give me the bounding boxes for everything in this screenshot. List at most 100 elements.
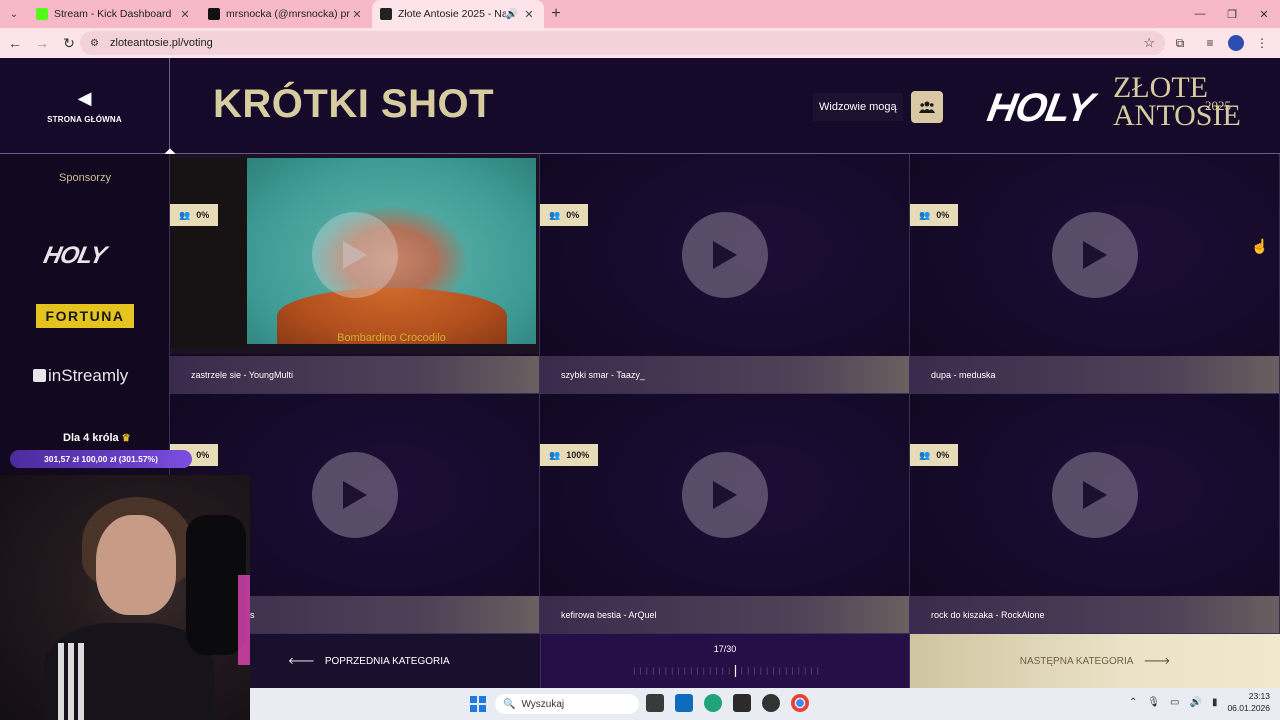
minimize-icon[interactable]: — [1184, 0, 1216, 28]
close-icon[interactable]: ✕ [350, 8, 364, 21]
nominee-title: kefirowa bestia - ArQuel [540, 596, 909, 633]
file-explorer-icon[interactable] [646, 694, 664, 712]
arrow-right-icon: 🡒 [1143, 656, 1171, 667]
home-button[interactable]: ◀ STRONA GŁÓWNA [0, 58, 170, 154]
site-favicon-icon [380, 8, 392, 20]
forward-icon[interactable]: → [30, 31, 54, 55]
stripe [78, 643, 84, 720]
close-icon[interactable]: ✕ [522, 8, 536, 21]
prev-category-button[interactable]: 🡐 POPRZEDNIA KATEGORIA [250, 634, 540, 688]
tab-zlote-antosie[interactable]: Złote Antosie 2025 - Najwi 🔊 ✕ [372, 0, 544, 28]
hand-cursor-icon: ☝ [1251, 238, 1269, 254]
menu-icon[interactable]: ⋮ [1250, 31, 1274, 55]
nominee-card[interactable]: 👥 0% szybki smar - Taazy_ [540, 154, 910, 394]
play-icon[interactable] [682, 212, 768, 298]
donation-title-text: Dla 4 króla [63, 432, 119, 444]
crown-icon: ♛ [121, 433, 131, 444]
stripe [58, 643, 64, 720]
outlook-icon[interactable] [675, 694, 693, 712]
restore-icon[interactable]: ❐ [1216, 0, 1248, 28]
windows-start-icon[interactable] [470, 696, 486, 712]
arrow-left-icon: ◀ [77, 87, 92, 108]
nominee-card[interactable]: 👥 0% rock do kiszaka - RockAlone [910, 394, 1280, 634]
users-icon: 👥 [549, 209, 561, 220]
volume-icon[interactable]: 🔊 [1189, 697, 1201, 708]
browser-toolbar: ← → ↻ ⚙ zloteantosie.pl/voting ☆ ⧉ ≡ ⋮ [0, 28, 1280, 58]
url-text: zloteantosie.pl/voting [110, 37, 213, 49]
webcam-face [96, 515, 176, 615]
new-tab-button[interactable]: + [544, 5, 568, 23]
thumbnail-subtitle: Bombardino Crocodilo [337, 332, 446, 344]
nominee-title: zastrzele sie - YoungMulti [170, 356, 539, 393]
nominee-title: dupa - meduska [910, 356, 1279, 393]
category-progress: 17/30 [540, 634, 910, 688]
instreamly-logo-icon [33, 369, 46, 382]
play-icon[interactable] [1052, 212, 1138, 298]
prev-category-label: POPRZEDNIA KATEGORIA [324, 655, 450, 667]
vote-percent: 0% [936, 210, 950, 220]
tab-title: Stream - Kick Dashboard [54, 8, 172, 20]
viewers-label: Widzowie mogą [813, 93, 903, 121]
profile-avatar[interactable] [1228, 35, 1244, 51]
vote-percent-badge: 👥 0% [170, 204, 219, 226]
play-icon[interactable] [312, 452, 398, 538]
users-icon[interactable] [910, 91, 943, 123]
page-header: ◀ STRONA GŁÓWNA KRÓTKI SHOT Widzowie mog… [0, 58, 1280, 154]
browser-tabbar: ⌄ Stream - Kick Dashboard ✕ mrsnocka (@m… [0, 0, 1280, 28]
close-icon[interactable]: ✕ [178, 8, 192, 21]
close-window-icon[interactable]: ✕ [1248, 0, 1280, 28]
webcam-microphone [186, 515, 246, 655]
back-icon[interactable]: ← [3, 31, 27, 55]
sticky-notes-icon[interactable] [733, 694, 751, 712]
play-icon[interactable] [312, 212, 398, 298]
network-icon[interactable]: ▭ [1170, 697, 1179, 708]
stripe [68, 643, 74, 720]
sponsor-fortuna[interactable]: FORTUNA [36, 304, 134, 328]
sponsor-instreamly[interactable]: inStreamly [33, 366, 128, 386]
edge-icon[interactable] [704, 694, 722, 712]
taskbar-clock[interactable]: 23:13 06.01.2026 [1227, 690, 1270, 714]
window-controls: — ❐ ✕ [1184, 0, 1280, 28]
kick-favicon-icon [36, 8, 48, 20]
vote-percent-badge: 👥 0% [910, 204, 959, 226]
chevron-up-icon[interactable]: ⌃ [1129, 697, 1137, 708]
media-icon[interactable]: ≡ [1198, 31, 1222, 55]
streamer-webcam [0, 475, 250, 720]
vote-percent: 0% [566, 210, 580, 220]
progress-count: 17/30 [713, 644, 737, 654]
vote-percent-badge: 👥 100% [540, 444, 599, 466]
sponsor-holy[interactable]: HOLY [41, 242, 108, 270]
viewers-vote-indicator: Widzowie mogą [813, 91, 943, 123]
battery-icon[interactable]: ▮ [1212, 697, 1218, 708]
vote-percent-badge: 👥 0% [910, 444, 959, 466]
tab-kick-dashboard[interactable]: Stream - Kick Dashboard ✕ [28, 0, 200, 28]
microphone-icon[interactable]: 🎙 [1147, 697, 1160, 708]
tab-search-icon[interactable]: ⌄ [0, 0, 28, 28]
home-label: STRONA GŁÓWNA [47, 114, 122, 124]
site-info-icon[interactable]: ⚙ [90, 38, 102, 49]
system-tray: ⌃ 🎙 ▭ 🔊 ▮ 23:13 06.01.2026 [1129, 690, 1270, 714]
webcam-light [238, 575, 250, 665]
windows-taskbar: 🔍 Wyszukaj ⌃ 🎙 ▭ 🔊 ▮ 23:13 06.01.2026 [250, 688, 1280, 720]
vote-percent: 0% [936, 450, 950, 460]
play-icon[interactable] [1052, 452, 1138, 538]
address-bar[interactable]: ⚙ zloteantosie.pl/voting ☆ [80, 31, 1165, 55]
bookmark-star-icon[interactable]: ☆ [1143, 35, 1155, 51]
search-placeholder: Wyszukaj [521, 698, 565, 710]
play-icon[interactable] [682, 452, 768, 538]
tab-tiktok[interactable]: mrsnocka (@mrsnocka) prowadzi ✕ [200, 0, 372, 28]
taskbar-search[interactable]: 🔍 Wyszukaj [495, 694, 639, 714]
reload-icon[interactable]: ↻ [57, 31, 81, 55]
logo-year: 2025 [1205, 98, 1231, 113]
chrome-icon[interactable] [791, 694, 809, 712]
next-category-button[interactable]: NASTĘPNA KATEGORIA 🡒 [910, 634, 1280, 688]
nominee-card[interactable]: Bombardino Crocodilo 👥 0% zastrzele sie -… [170, 154, 540, 394]
obs-icon[interactable] [762, 694, 780, 712]
tiktok-favicon-icon [208, 8, 220, 20]
users-icon: 👥 [919, 449, 931, 460]
nominee-card[interactable]: 👥 0% dupa - meduska [910, 154, 1280, 394]
extensions-icon[interactable]: ⧉ [1168, 31, 1192, 55]
nominee-card[interactable]: 👥 100% kefirowa bestia - ArQuel [540, 394, 910, 634]
speaker-icon[interactable]: 🔊 [506, 9, 518, 20]
thumbnail-chat [170, 224, 214, 344]
